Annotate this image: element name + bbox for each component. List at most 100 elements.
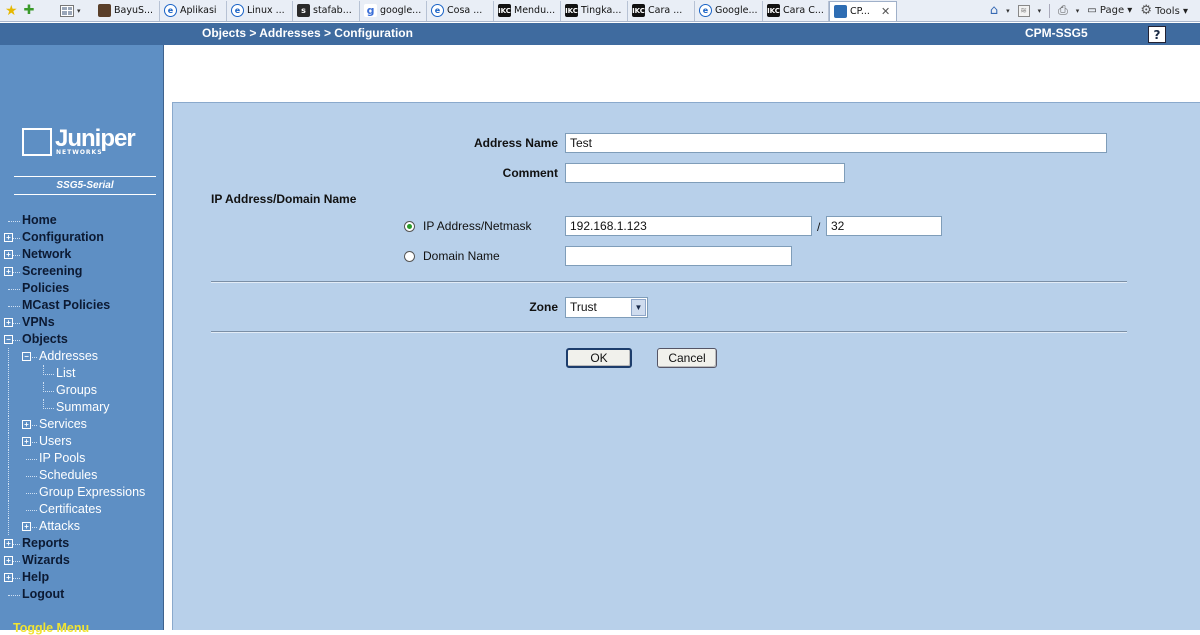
nav-item-summary[interactable]: Summary [0, 399, 164, 416]
expand-icon[interactable]: + [4, 573, 13, 582]
domain-name-radio[interactable] [404, 251, 415, 262]
nav-item-users[interactable]: + Users [0, 433, 164, 450]
tree-connector [8, 365, 9, 382]
nav-item-label: Logout [22, 587, 65, 601]
browser-tab[interactable]: e Cosa ... [427, 0, 494, 21]
cancel-button[interactable]: Cancel [657, 348, 717, 368]
expand-icon[interactable]: + [4, 267, 13, 276]
nav-item-label: IP Pools [39, 451, 86, 465]
browser-tab[interactable]: IKC Tingka... [561, 0, 628, 21]
nav-item-label: Summary [56, 400, 110, 414]
gear-icon: ⚙ [1140, 3, 1152, 18]
tree-connector [26, 510, 37, 511]
browser-tab[interactable]: e Linux ... [227, 0, 293, 21]
nav-item-addresses[interactable]: − Addresses [0, 348, 164, 365]
nav-item-vpns[interactable]: + VPNs [0, 314, 164, 331]
tree-connector [26, 493, 37, 494]
nav-item-attacks[interactable]: + Attacks [0, 518, 164, 535]
nav-item-label: List [56, 366, 76, 380]
chevron-down-icon[interactable]: ▼ [631, 299, 646, 316]
tree-connector [8, 501, 9, 518]
netmask-slash: / [817, 220, 821, 234]
expand-icon[interactable]: + [22, 522, 31, 531]
nav-item-certificates[interactable]: Certificates [0, 501, 164, 518]
address-name-input[interactable]: Test [565, 133, 1107, 153]
expand-icon[interactable]: + [4, 318, 13, 327]
bookmark-icon [98, 4, 111, 17]
nav-item-home[interactable]: Home [0, 212, 164, 229]
browser-tab[interactable]: IKC Cara C... [763, 0, 829, 21]
nav-item-configuration[interactable]: + Configuration [0, 229, 164, 246]
browser-tab[interactable]: CP... ✕ [829, 0, 897, 21]
expand-icon[interactable]: + [4, 556, 13, 565]
toggle-menu-link[interactable]: Toggle Menu [13, 621, 89, 635]
rss-feed-icon[interactable]: ≋ [1017, 4, 1030, 17]
browser-tab[interactable]: BayuS... [94, 0, 160, 21]
ok-button[interactable]: OK [566, 348, 632, 368]
nav-item-list[interactable]: List [0, 365, 164, 382]
domain-name-input[interactable] [565, 246, 792, 266]
nav-item-help[interactable]: + Help [0, 569, 164, 586]
nav-item-wizards[interactable]: + Wizards [0, 552, 164, 569]
nav-item-ip-pools[interactable]: IP Pools [0, 450, 164, 467]
ip-netmask-radio[interactable] [404, 221, 415, 232]
home-icon[interactable]: ⌂ [990, 3, 998, 18]
expand-icon[interactable]: + [4, 539, 13, 548]
nav-item-label: Certificates [39, 502, 102, 516]
add-favorite-icon[interactable]: ✚ [24, 3, 35, 18]
nav-item-mcast-policies[interactable]: MCast Policies [0, 297, 164, 314]
ie-icon: e [431, 4, 444, 17]
quick-tabs-button[interactable]: ▾ [60, 4, 94, 17]
tree-connector [43, 374, 54, 375]
collapse-icon[interactable]: − [22, 352, 31, 361]
collapse-icon[interactable]: − [4, 335, 13, 344]
tree-connector [8, 382, 9, 399]
nav-item-label: Screening [22, 264, 83, 278]
nav-item-groups[interactable]: Groups [0, 382, 164, 399]
browser-tab[interactable]: e Aplikasi [160, 0, 227, 21]
browser-tab[interactable]: s stafab... [293, 0, 360, 21]
expand-icon[interactable]: + [22, 420, 31, 429]
browser-tab[interactable]: IKC Mendu... [494, 0, 561, 21]
browser-command-bar: ⌂ ▾ ≋ ▾ ⎙ ▾ ▭ Page ▾ ⚙ Tools ▾ [990, 3, 1200, 18]
tab-strip: BayuS... e Aplikasi e Linux ... s stafab... g go… [94, 0, 897, 21]
nav-item-schedules[interactable]: Schedules [0, 467, 164, 484]
tools-menu-button[interactable]: ⚙ Tools ▾ [1140, 3, 1188, 18]
browser-tab[interactable]: e Google... [695, 0, 763, 21]
nav-item-services[interactable]: + Services [0, 416, 164, 433]
nav-item-label: Services [39, 417, 87, 431]
nav-item-reports[interactable]: + Reports [0, 535, 164, 552]
zone-select[interactable]: Trust ▼ [565, 297, 648, 318]
nav-item-screening[interactable]: + Screening [0, 263, 164, 280]
tree-connector [8, 221, 20, 222]
expand-icon[interactable]: + [4, 233, 13, 242]
nav-item-logout[interactable]: Logout [0, 586, 164, 603]
close-tab-icon[interactable]: ✕ [881, 5, 890, 18]
netmask-input[interactable]: 32 [826, 216, 942, 236]
nav-item-group-expressions[interactable]: Group Expressions [0, 484, 164, 501]
ip-netmask-label: IP Address/Netmask [423, 219, 532, 233]
favorites-star-icon[interactable]: ★ [5, 4, 18, 18]
nav-item-label: Users [39, 434, 72, 448]
page-menu-button[interactable]: ▭ Page ▾ [1087, 5, 1132, 16]
nav-item-label: Reports [22, 536, 70, 550]
logo-subtitle: NETWORKS [56, 149, 103, 156]
expand-icon[interactable]: + [4, 250, 13, 259]
chevron-down-icon[interactable]: ▾ [1076, 7, 1080, 15]
chevron-down-icon[interactable]: ▾ [1038, 7, 1042, 15]
expand-icon[interactable]: + [22, 437, 31, 446]
browser-tab[interactable]: IKC Cara ... [628, 0, 695, 21]
print-icon[interactable]: ⎙ [1058, 3, 1068, 18]
nav-item-policies[interactable]: Policies [0, 280, 164, 297]
sidebar: Juniper NETWORKS SSG5-Serial Home + Config… [0, 45, 164, 635]
comment-input[interactable] [565, 163, 845, 183]
chevron-down-icon[interactable]: ▾ [77, 7, 81, 15]
ip-address-input[interactable]: 192.168.1.123 [565, 216, 812, 236]
help-button[interactable]: ? [1148, 26, 1166, 43]
nav-item-network[interactable]: + Network [0, 246, 164, 263]
nav-item-objects[interactable]: − Objects [0, 331, 164, 348]
chevron-down-icon[interactable]: ▾ [1006, 7, 1010, 15]
nav-item-label: Policies [22, 281, 70, 295]
browser-tab[interactable]: g google... [360, 0, 427, 21]
tree-connector [8, 348, 9, 365]
